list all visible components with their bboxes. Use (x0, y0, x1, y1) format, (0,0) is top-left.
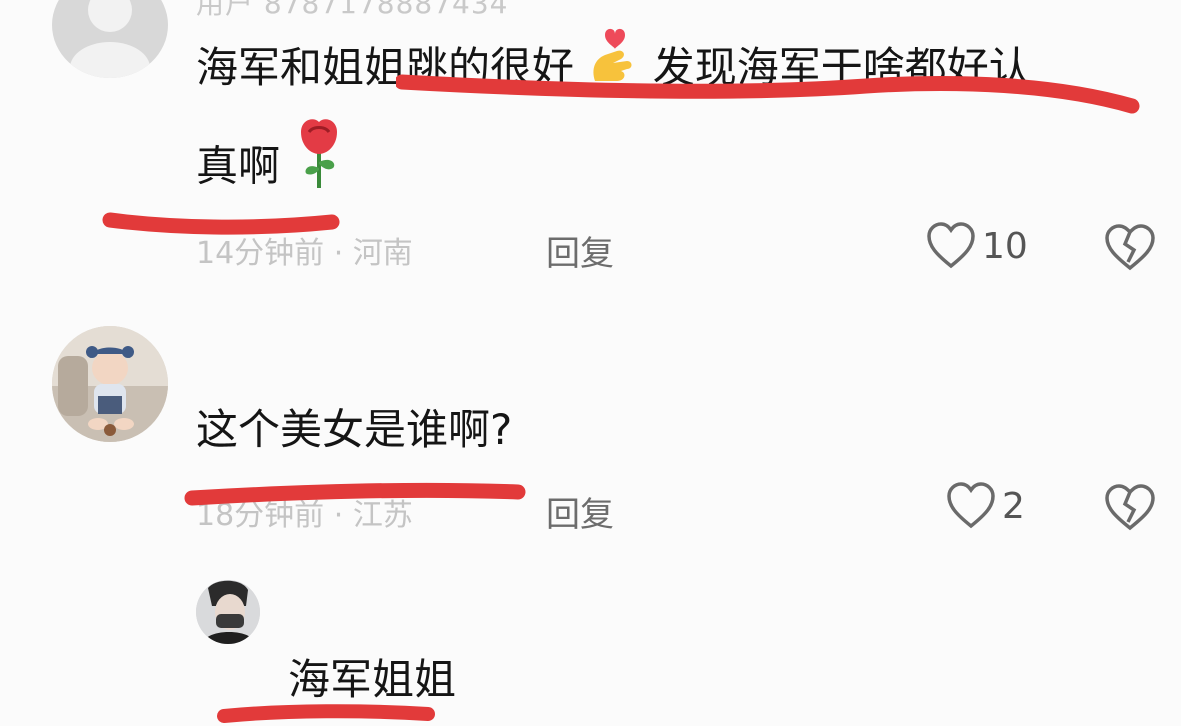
rose-emoji-icon (293, 116, 345, 222)
finger-heart-emoji-icon (587, 25, 639, 117)
comment-2-like-count: 2 (1002, 485, 1025, 527)
heart-icon (927, 222, 975, 269)
broken-heart-icon (1105, 224, 1155, 271)
comment-1-like-count: 10 (982, 225, 1028, 267)
baby-photo-icon (52, 326, 168, 442)
comment-2-dislike-button[interactable] (1104, 484, 1156, 536)
comment-1-reply-button[interactable]: 回复 (546, 226, 614, 275)
masked-person-photo-icon (196, 580, 260, 644)
comment-1-like-button[interactable]: 10 (926, 222, 1028, 270)
comment-2-avatar[interactable] (52, 326, 168, 442)
comment-2-like-button[interactable]: 2 (946, 482, 1025, 530)
comment-1-dislike-button[interactable] (1104, 224, 1156, 276)
comment-1-text: 海军和姐姐跳的很好 发现海军干啥都好认 (196, 22, 1031, 117)
comment-2-meta: 18分钟前 · 江苏 (196, 498, 413, 533)
heart-icon (947, 482, 995, 529)
comment-2-text: 这个美女是谁啊? (196, 405, 513, 454)
comment-2-reply-button[interactable]: 回复 (546, 487, 614, 536)
reply-1-text: 海军姐姐 (288, 655, 457, 704)
broken-heart-icon (1105, 484, 1155, 531)
comment-1-text-line2: 真啊 (196, 116, 345, 222)
reply-1-avatar[interactable] (196, 580, 260, 644)
comment-1-username[interactable]: 用户 8787178887434 (196, 0, 509, 22)
comment-1-meta: 14分钟前 · 河南 (196, 236, 413, 271)
default-user-icon (70, 0, 150, 78)
comment-1-avatar[interactable] (52, 0, 168, 78)
